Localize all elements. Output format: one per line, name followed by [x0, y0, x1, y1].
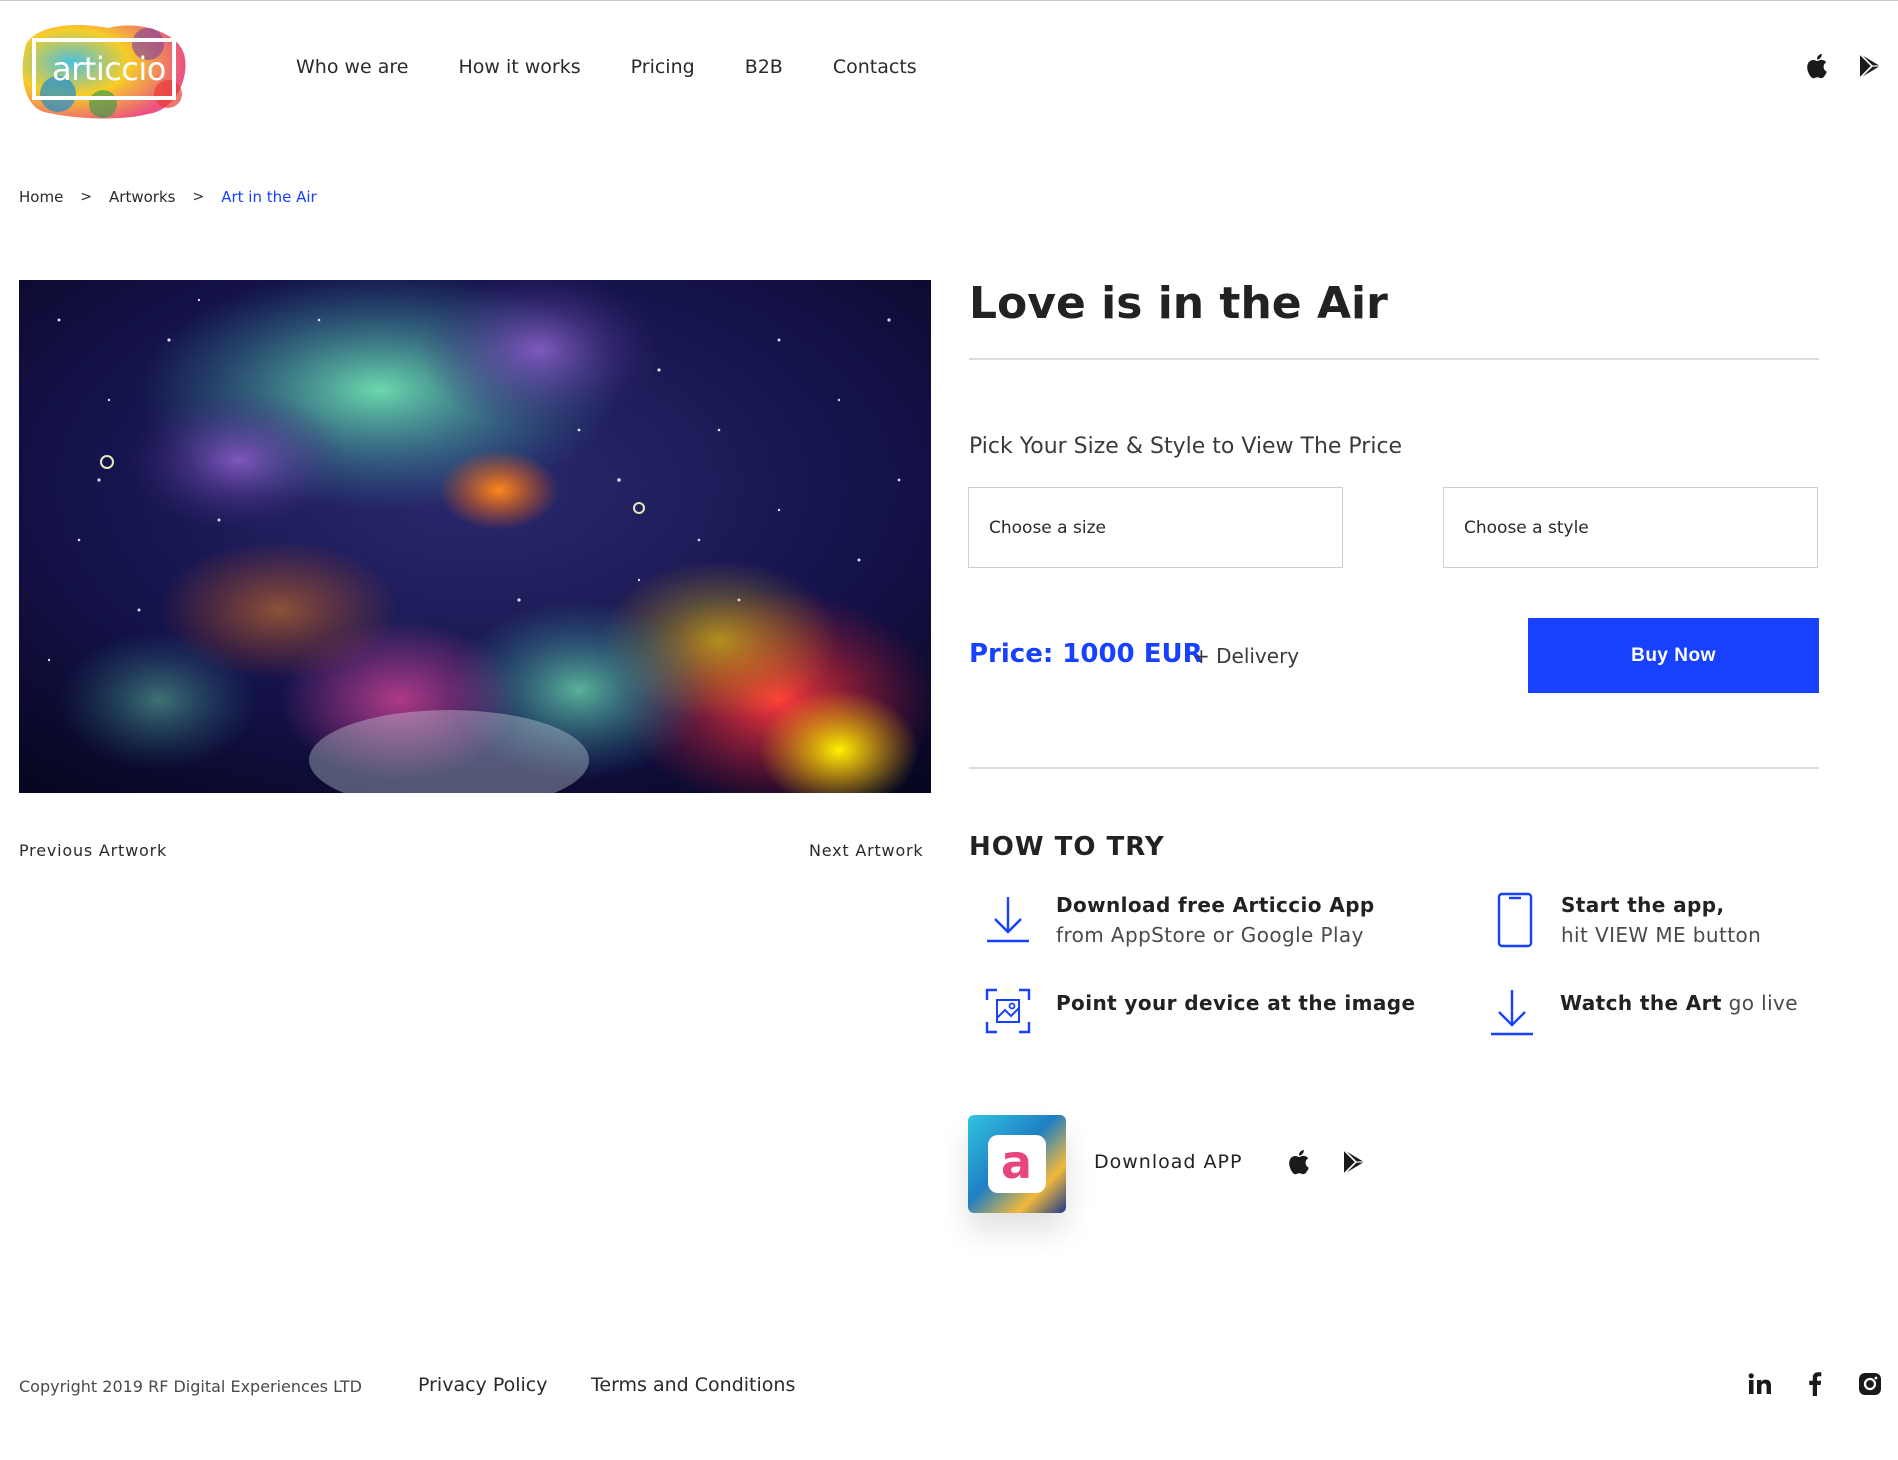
step-text: from AppStore or Google Play: [1056, 923, 1364, 947]
previous-artwork-link[interactable]: Previous Artwork: [19, 841, 167, 860]
privacy-policy-link[interactable]: Privacy Policy: [418, 1374, 547, 1396]
step-text: go live: [1728, 991, 1798, 1015]
scan-image-icon: [985, 988, 1031, 1034]
step-bold-text: Watch the Art: [1560, 991, 1722, 1015]
download-app-store-links: [1286, 1148, 1366, 1176]
facebook-icon[interactable]: [1808, 1372, 1822, 1396]
artwork-image: [19, 280, 931, 793]
how-to-try-heading: HOW TO TRY: [969, 832, 1165, 862]
delivery-label: + Delivery: [1193, 644, 1300, 668]
apple-icon[interactable]: [1286, 1148, 1310, 1176]
next-artwork-link[interactable]: Next Artwork: [809, 841, 923, 860]
download-arrow-icon: [985, 890, 1031, 950]
how-to-step-point-device: Point your device at the image: [980, 988, 1415, 1034]
buy-now-button[interactable]: Buy Now: [1528, 618, 1819, 693]
how-to-step-download: Download free Articcio App from AppStore…: [980, 890, 1375, 950]
terms-link[interactable]: Terms and Conditions: [591, 1374, 795, 1396]
download-arrow-icon: [1489, 988, 1535, 1038]
breadcrumb-artworks[interactable]: Artworks: [109, 188, 175, 206]
divider: [969, 358, 1819, 360]
nav-how-it-works[interactable]: How it works: [459, 56, 581, 78]
price-label: Price: 1000 EUR: [969, 639, 1203, 669]
divider: [969, 767, 1819, 769]
size-select[interactable]: Choose a size: [968, 487, 1343, 568]
apple-icon[interactable]: [1804, 52, 1828, 80]
breadcrumb-separator: >: [80, 189, 93, 205]
how-to-step-watch-art: Watch the Art go live: [1484, 988, 1798, 1038]
breadcrumb-separator: >: [192, 189, 205, 205]
google-play-icon[interactable]: [1858, 53, 1882, 79]
phone-icon: [1497, 890, 1533, 950]
social-links: [1748, 1372, 1882, 1396]
nav-pricing[interactable]: Pricing: [631, 56, 695, 78]
step-bold-text: Download free Articcio App: [1056, 893, 1375, 917]
nav-contacts[interactable]: Contacts: [833, 56, 917, 78]
breadcrumb-home[interactable]: Home: [19, 188, 63, 206]
artwork-title: Love is in the Air: [969, 278, 1388, 329]
how-to-step-start-app: Start the app, hit VIEW ME button: [1490, 890, 1898, 950]
articcio-logo[interactable]: articcio: [18, 14, 190, 124]
size-select-placeholder: Choose a size: [989, 517, 1106, 538]
main-nav: Who we are How it works Pricing B2B Cont…: [296, 56, 967, 78]
step-bold-text: Point your device at the image: [1056, 991, 1416, 1015]
step-bold-text: Start the app,: [1560, 893, 1725, 917]
app-icon-letter: a: [1001, 1135, 1033, 1189]
style-select-placeholder: Choose a style: [1464, 517, 1589, 538]
logo-text: articcio: [52, 50, 166, 88]
copyright-text: Copyright 2019 RF Digital Experiences LT…: [19, 1377, 362, 1396]
download-app-label: Download APP: [1094, 1151, 1243, 1173]
articcio-app-icon[interactable]: a: [968, 1115, 1066, 1213]
nav-who-we-are[interactable]: Who we are: [296, 56, 409, 78]
header-store-links: [1804, 52, 1882, 80]
style-select[interactable]: Choose a style: [1443, 487, 1818, 568]
breadcrumb: Home > Artworks > Art in the Air: [19, 188, 317, 206]
pick-size-style-heading: Pick Your Size & Style to View The Price: [969, 434, 1403, 459]
google-play-icon[interactable]: [1342, 1149, 1366, 1175]
linkedin-icon[interactable]: [1748, 1373, 1772, 1395]
step-text: hit VIEW ME button: [1560, 923, 1762, 947]
nav-b2b[interactable]: B2B: [745, 56, 783, 78]
instagram-icon[interactable]: [1858, 1372, 1882, 1396]
breadcrumb-current: Art in the Air: [221, 188, 317, 206]
top-border: [0, 0, 1898, 1]
